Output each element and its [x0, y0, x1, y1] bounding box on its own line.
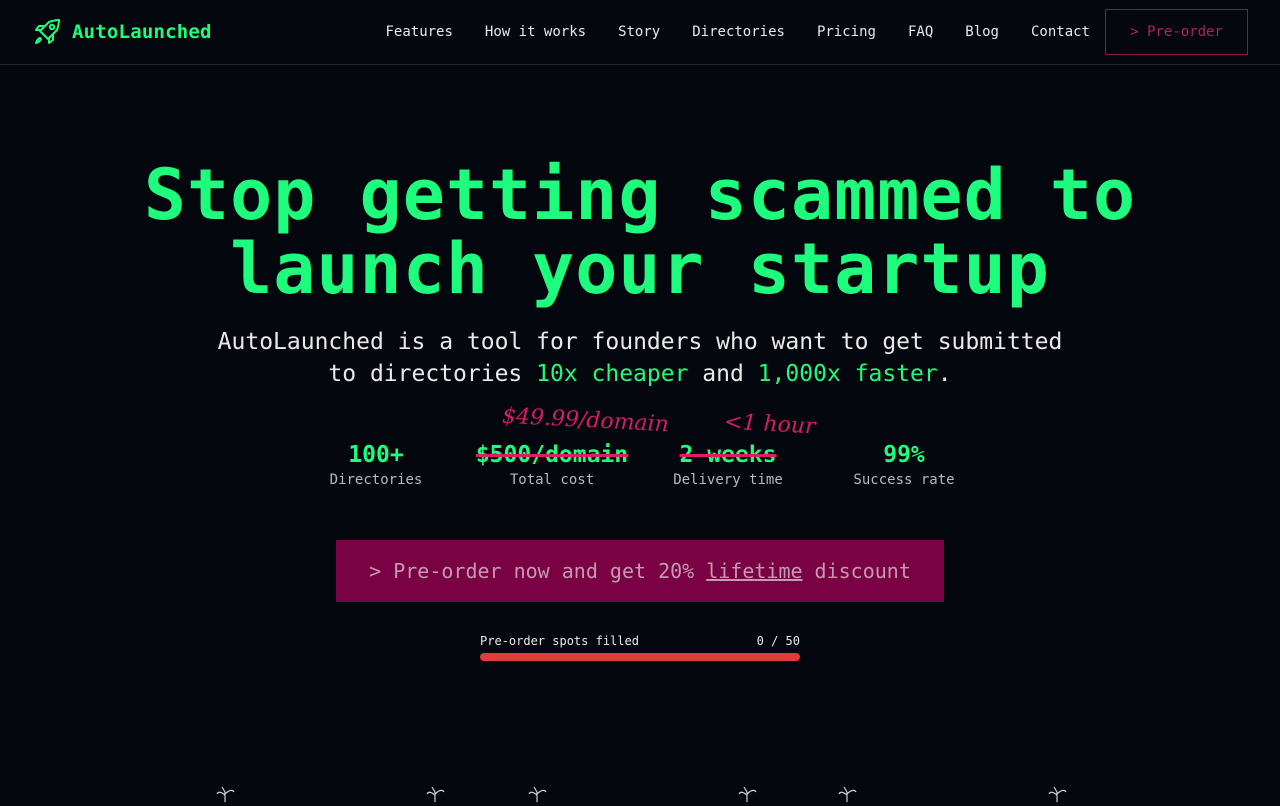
nav-features[interactable]: Features: [385, 24, 452, 40]
stat-label: Delivery time: [673, 472, 783, 488]
hero-sub-part-4: .: [937, 361, 952, 387]
progress-count: 0 / 50: [756, 634, 800, 648]
nav-pricing[interactable]: Pricing: [817, 24, 876, 40]
stat-value-struck: $500/domain: [475, 442, 629, 468]
hero-sub-accent-faster: 1,000x faster: [757, 361, 938, 387]
nav-blog[interactable]: Blog: [965, 24, 999, 40]
cta-suffix: discount: [814, 559, 911, 583]
hero-subtitle: AutoLaunched is a tool for founders who …: [140, 326, 1140, 390]
stat-total-cost: $500/domain Total cost: [464, 438, 640, 490]
hero-sub-accent-cheaper: 10x cheaper: [536, 361, 689, 387]
hero-title: Stop getting scammed to launch your star…: [0, 158, 1280, 306]
nav-directories[interactable]: Directories: [692, 24, 785, 40]
preorder-button[interactable]: > Pre-order: [1105, 9, 1248, 55]
progress-track: [480, 653, 800, 661]
preorder-cta-button[interactable]: > Pre-order now and get 20% lifetime dis…: [336, 540, 944, 602]
cta-lifetime-link: lifetime: [706, 559, 803, 583]
stat-label: Total cost: [509, 472, 595, 488]
nav-faq[interactable]: FAQ: [908, 24, 933, 40]
stat-value: 99%: [883, 442, 925, 468]
top-navbar: AutoLaunched Features How it works Story…: [0, 0, 1280, 65]
stat-label: Directories: [329, 472, 423, 488]
nav-how-it-works[interactable]: How it works: [485, 24, 586, 40]
hero-title-line-1: Stop getting scammed to: [143, 154, 1137, 236]
hero-sub-part-1: AutoLaunched is a tool for founders who …: [217, 329, 1063, 355]
stat-value-struck: 2 weeks: [679, 442, 777, 468]
brand-link[interactable]: AutoLaunched: [32, 14, 212, 50]
nav-links: Features How it works Story Directories …: [385, 0, 1090, 64]
hero-sub-part-3: and: [688, 361, 758, 387]
progress-header: Pre-order spots filled 0 / 50: [480, 634, 800, 648]
stat-label: Success rate: [853, 472, 955, 488]
handwritten-price-note: $49.99/domain: [501, 403, 670, 438]
rocket-icon: [32, 17, 62, 47]
stat-directories: 100+ Directories: [288, 438, 464, 490]
progress-label: Pre-order spots filled: [480, 634, 639, 648]
cta-prefix: > Pre-order now and get 20%: [369, 559, 695, 583]
preorder-progress: Pre-order spots filled 0 / 50: [480, 634, 800, 661]
nav-story[interactable]: Story: [618, 24, 660, 40]
stat-delivery-time: 2 weeks Delivery time: [640, 438, 816, 490]
hero-title-line-2: launch your startup: [230, 228, 1050, 310]
stats-row: 100+ Directories $500/domain Total cost …: [288, 438, 992, 498]
stat-success-rate: 99% Success rate: [816, 438, 992, 490]
handwritten-time-note: <1 hour: [723, 409, 817, 440]
stat-value: 100+: [348, 442, 404, 468]
brand-name: AutoLaunched: [72, 21, 212, 43]
hero-sub-part-2: to directories: [328, 361, 537, 387]
nav-contact[interactable]: Contact: [1031, 24, 1090, 40]
